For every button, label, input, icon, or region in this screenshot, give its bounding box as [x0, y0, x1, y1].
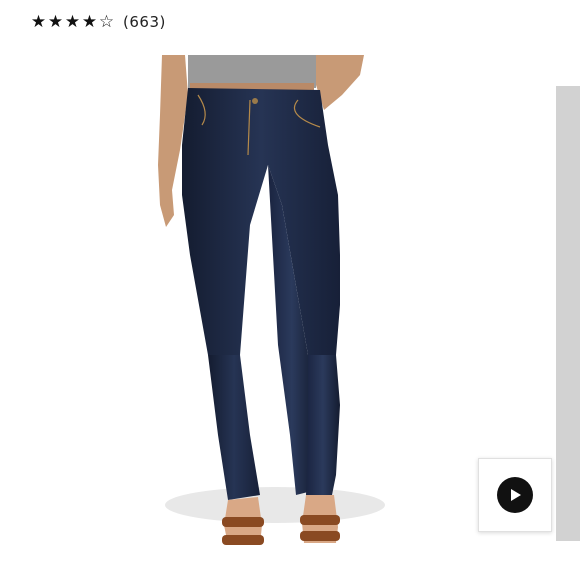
- star-outline-icon: ☆: [98, 12, 115, 32]
- rating-stars: ★ ★ ★ ★ ☆: [30, 12, 115, 32]
- product-image[interactable]: [110, 55, 440, 580]
- star-icon: ★: [81, 12, 98, 32]
- play-icon: [511, 489, 521, 501]
- star-icon: ★: [47, 12, 64, 32]
- star-icon: ★: [64, 12, 81, 32]
- video-thumbnail[interactable]: [478, 458, 552, 532]
- product-rating[interactable]: ★ ★ ★ ★ ☆ (663): [30, 12, 166, 32]
- star-icon: ★: [30, 12, 47, 32]
- play-button[interactable]: [497, 477, 533, 513]
- review-count[interactable]: (663): [123, 13, 166, 31]
- scrollbar[interactable]: [556, 86, 580, 541]
- jeans-photo: [158, 55, 385, 545]
